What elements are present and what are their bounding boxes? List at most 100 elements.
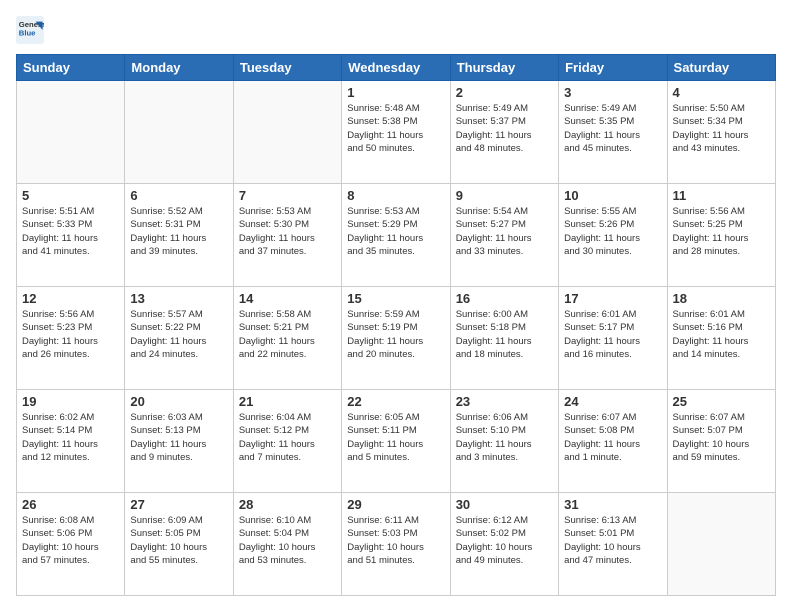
day-info: Sunrise: 5:55 AM Sunset: 5:26 PM Dayligh… [564,205,661,258]
logo-icon: General Blue [16,16,44,44]
calendar-cell [17,81,125,184]
calendar-cell: 15 Sunrise: 5:59 AM Sunset: 5:19 PM Dayli… [342,287,450,390]
day-number: 29 [347,497,444,512]
day-info: Sunrise: 5:57 AM Sunset: 5:22 PM Dayligh… [130,308,227,361]
day-info: Sunrise: 5:54 AM Sunset: 5:27 PM Dayligh… [456,205,553,258]
calendar-cell: 4 Sunrise: 5:50 AM Sunset: 5:34 PM Daylig… [667,81,775,184]
calendar-cell: 24 Sunrise: 6:07 AM Sunset: 5:08 PM Dayli… [559,390,667,493]
calendar-cell: 11Sunrise: 5:56 AM Sunset: 5:25 PM Dayli… [667,184,775,287]
calendar-cell: 30 Sunrise: 6:12 AM Sunset: 5:02 PM Dayli… [450,493,558,596]
calendar-cell: 8 Sunrise: 5:53 AM Sunset: 5:29 PM Daylig… [342,184,450,287]
calendar-cell [667,493,775,596]
day-number: 9 [456,188,553,203]
calendar-cell: 10 Sunrise: 5:55 AM Sunset: 5:26 PM Dayli… [559,184,667,287]
day-info: Sunrise: 5:59 AM Sunset: 5:19 PM Dayligh… [347,308,444,361]
day-number: 4 [673,85,770,100]
weekday-header-sunday: Sunday [17,55,125,81]
day-info: Sunrise: 6:04 AM Sunset: 5:12 PM Dayligh… [239,411,336,464]
day-number: 14 [239,291,336,306]
calendar-cell: 17 Sunrise: 6:01 AM Sunset: 5:17 PM Dayli… [559,287,667,390]
day-number: 18 [673,291,770,306]
day-number: 20 [130,394,227,409]
day-info: Sunrise: 5:53 AM Sunset: 5:29 PM Dayligh… [347,205,444,258]
day-number: 7 [239,188,336,203]
day-info: Sunrise: 6:05 AM Sunset: 5:11 PM Dayligh… [347,411,444,464]
svg-text:Blue: Blue [19,29,36,38]
calendar-cell: 31 Sunrise: 6:13 AM Sunset: 5:01 PM Dayli… [559,493,667,596]
day-number: 21 [239,394,336,409]
day-info: Sunrise: 6:03 AM Sunset: 5:13 PM Dayligh… [130,411,227,464]
day-info: Sunrise: 6:10 AM Sunset: 5:04 PM Dayligh… [239,514,336,567]
day-info: Sunrise: 6:12 AM Sunset: 5:02 PM Dayligh… [456,514,553,567]
day-number: 11 [673,188,770,203]
day-number: 1 [347,85,444,100]
calendar-cell: 14 Sunrise: 5:58 AM Sunset: 5:21 PM Dayli… [233,287,341,390]
day-info: Sunrise: 6:07 AM Sunset: 5:07 PM Dayligh… [673,411,770,464]
day-number: 26 [22,497,119,512]
calendar-cell: 21 Sunrise: 6:04 AM Sunset: 5:12 PM Dayli… [233,390,341,493]
day-number: 22 [347,394,444,409]
day-info: Sunrise: 5:51 AM Sunset: 5:33 PM Dayligh… [22,205,119,258]
logo: General Blue [16,16,48,44]
day-number: 8 [347,188,444,203]
day-number: 15 [347,291,444,306]
weekday-header-saturday: Saturday [667,55,775,81]
day-number: 28 [239,497,336,512]
calendar-cell: 6 Sunrise: 5:52 AM Sunset: 5:31 PM Daylig… [125,184,233,287]
weekday-header-wednesday: Wednesday [342,55,450,81]
day-info: Sunrise: 5:49 AM Sunset: 5:37 PM Dayligh… [456,102,553,155]
calendar-cell: 9 Sunrise: 5:54 AM Sunset: 5:27 PM Daylig… [450,184,558,287]
day-info: Sunrise: 5:53 AM Sunset: 5:30 PM Dayligh… [239,205,336,258]
day-number: 6 [130,188,227,203]
day-number: 12 [22,291,119,306]
calendar-cell: 1 Sunrise: 5:48 AM Sunset: 5:38 PM Daylig… [342,81,450,184]
calendar-cell: 23 Sunrise: 6:06 AM Sunset: 5:10 PM Dayli… [450,390,558,493]
calendar-cell: 29Sunrise: 6:11 AM Sunset: 5:03 PM Dayli… [342,493,450,596]
weekday-header-thursday: Thursday [450,55,558,81]
day-number: 23 [456,394,553,409]
calendar-cell: 19Sunrise: 6:02 AM Sunset: 5:14 PM Dayli… [17,390,125,493]
day-number: 3 [564,85,661,100]
day-info: Sunrise: 6:07 AM Sunset: 5:08 PM Dayligh… [564,411,661,464]
day-info: Sunrise: 6:00 AM Sunset: 5:18 PM Dayligh… [456,308,553,361]
calendar-cell: 13 Sunrise: 5:57 AM Sunset: 5:22 PM Dayli… [125,287,233,390]
day-number: 13 [130,291,227,306]
calendar-cell: 2 Sunrise: 5:49 AM Sunset: 5:37 PM Daylig… [450,81,558,184]
calendar-cell: 28 Sunrise: 6:10 AM Sunset: 5:04 PM Dayli… [233,493,341,596]
calendar-page: General Blue SundayMondayTuesdayWednesda… [0,0,792,612]
day-number: 27 [130,497,227,512]
day-info: Sunrise: 6:13 AM Sunset: 5:01 PM Dayligh… [564,514,661,567]
calendar-cell: 16 Sunrise: 6:00 AM Sunset: 5:18 PM Dayli… [450,287,558,390]
day-info: Sunrise: 5:50 AM Sunset: 5:34 PM Dayligh… [673,102,770,155]
calendar-table: SundayMondayTuesdayWednesdayThursdayFrid… [16,54,776,596]
calendar-cell [233,81,341,184]
day-number: 25 [673,394,770,409]
calendar-cell [125,81,233,184]
day-info: Sunrise: 6:01 AM Sunset: 5:16 PM Dayligh… [673,308,770,361]
day-number: 10 [564,188,661,203]
calendar-cell: 22 Sunrise: 6:05 AM Sunset: 5:11 PM Dayli… [342,390,450,493]
calendar-cell: 3Sunrise: 5:49 AM Sunset: 5:35 PM Daylig… [559,81,667,184]
day-number: 16 [456,291,553,306]
day-info: Sunrise: 5:52 AM Sunset: 5:31 PM Dayligh… [130,205,227,258]
calendar-cell: 25 Sunrise: 6:07 AM Sunset: 5:07 PM Dayli… [667,390,775,493]
day-number: 24 [564,394,661,409]
day-number: 2 [456,85,553,100]
weekday-header-tuesday: Tuesday [233,55,341,81]
day-number: 17 [564,291,661,306]
day-info: Sunrise: 6:01 AM Sunset: 5:17 PM Dayligh… [564,308,661,361]
day-number: 5 [22,188,119,203]
day-info: Sunrise: 6:06 AM Sunset: 5:10 PM Dayligh… [456,411,553,464]
weekday-header-friday: Friday [559,55,667,81]
day-info: Sunrise: 5:58 AM Sunset: 5:21 PM Dayligh… [239,308,336,361]
weekday-header-monday: Monday [125,55,233,81]
day-number: 30 [456,497,553,512]
day-info: Sunrise: 5:48 AM Sunset: 5:38 PM Dayligh… [347,102,444,155]
calendar-cell: 27 Sunrise: 6:09 AM Sunset: 5:05 PM Dayli… [125,493,233,596]
calendar-cell: 20 Sunrise: 6:03 AM Sunset: 5:13 PM Dayli… [125,390,233,493]
day-info: Sunrise: 6:09 AM Sunset: 5:05 PM Dayligh… [130,514,227,567]
day-number: 19 [22,394,119,409]
calendar-cell: 5 Sunrise: 5:51 AM Sunset: 5:33 PM Daylig… [17,184,125,287]
day-number: 31 [564,497,661,512]
calendar-cell: 12Sunrise: 5:56 AM Sunset: 5:23 PM Dayli… [17,287,125,390]
